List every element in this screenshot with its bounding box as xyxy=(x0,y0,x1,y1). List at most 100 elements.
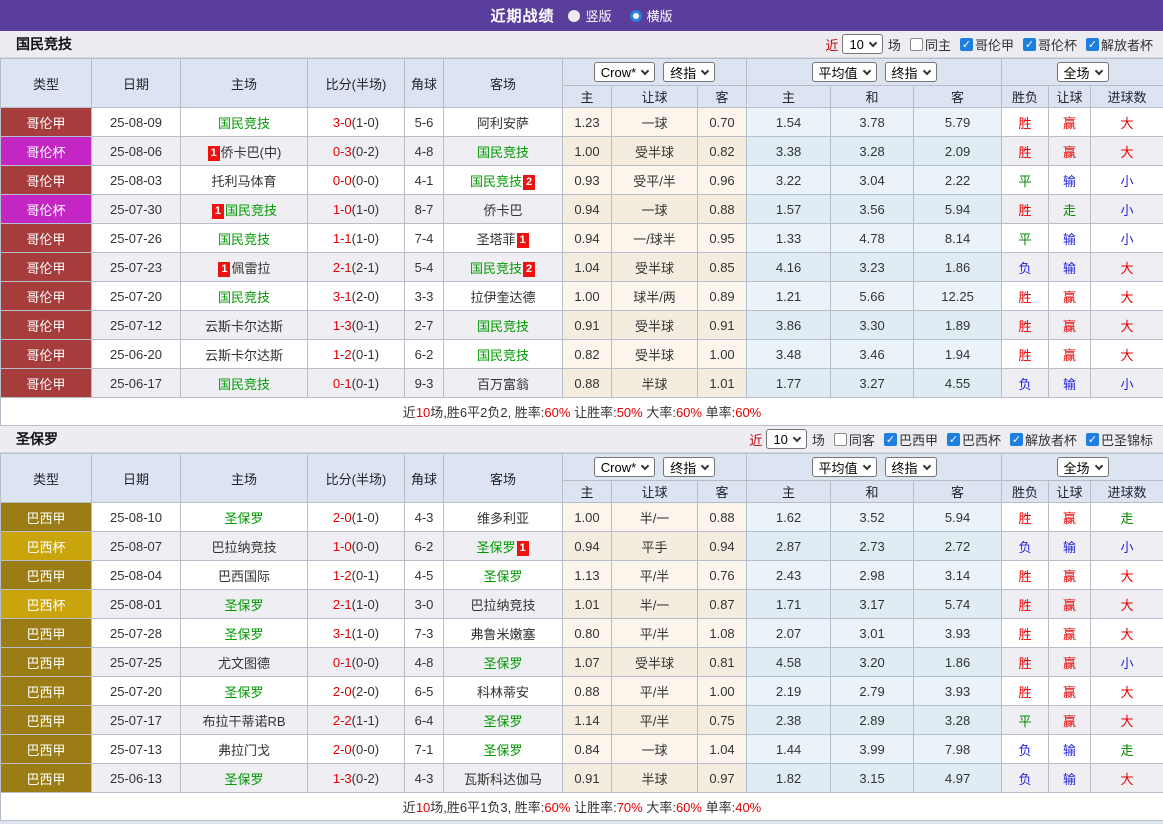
halftime-score: (1-0) xyxy=(352,597,379,612)
halftime-score: (0-0) xyxy=(352,539,379,554)
avg-odds-cell: 1.86 xyxy=(914,648,1002,677)
date-cell: 25-06-20 xyxy=(92,340,181,369)
crow-odds-cell: 半球 xyxy=(612,764,698,793)
column-header: 日期 xyxy=(92,454,181,503)
chevron-down-icon xyxy=(869,38,877,46)
winloss-result-cell: 胜 xyxy=(1002,108,1049,137)
away-team-name: 圣保罗 xyxy=(483,656,522,671)
team-name: 圣保罗 xyxy=(16,429,58,449)
league-cell: 哥伦甲 xyxy=(1,224,92,253)
league-checkbox-2[interactable]: ✓ xyxy=(1010,433,1023,446)
radio-horizontal[interactable]: 横版 xyxy=(630,6,673,25)
sub-column-header: 进球数 xyxy=(1091,481,1163,503)
goals-result-cell: 大 xyxy=(1091,282,1163,311)
league-cell: 巴西杯 xyxy=(1,532,92,561)
match-row: 哥伦甲25-06-17国民竞技0-1(0-1)9-3百万富翁0.88半球1.01… xyxy=(1,369,1163,398)
league-cell: 哥伦甲 xyxy=(1,253,92,282)
radio-vertical-dot-icon[interactable] xyxy=(568,10,580,22)
crow-company-select[interactable]: Crow* xyxy=(594,457,655,477)
crow-final-select[interactable]: 终指 xyxy=(663,457,715,477)
crow-company-select[interactable]: Crow* xyxy=(594,62,655,82)
fullmatch-select[interactable]: 全场 xyxy=(1057,62,1109,82)
away-team-cell: 圣保罗 xyxy=(444,561,563,590)
recent-count-select[interactable]: 10 xyxy=(766,429,806,449)
score-cell: 0-1(0-1) xyxy=(308,369,405,398)
handicap-result-cell: 赢 xyxy=(1049,677,1091,706)
same-venue-checkbox[interactable] xyxy=(910,38,923,51)
avg-odds-cell: 3.99 xyxy=(831,735,914,764)
league-checkbox-3[interactable]: ✓ xyxy=(1086,433,1099,446)
handicap-result-cell: 赢 xyxy=(1049,137,1091,166)
avg-odds-cell: 1.33 xyxy=(747,224,831,253)
halftime-score: (1-1) xyxy=(352,713,379,728)
halftime-score: (0-0) xyxy=(352,655,379,670)
avg-company-select[interactable]: 平均值 xyxy=(812,62,877,82)
score-cell: 3-1(2-0) xyxy=(308,282,405,311)
crow-odds-cell: 1.00 xyxy=(563,137,612,166)
corner-cell: 2-7 xyxy=(405,311,444,340)
winloss-result-cell: 负 xyxy=(1002,735,1049,764)
avg-odds-cell: 3.15 xyxy=(831,764,914,793)
avg-odds-cell: 8.14 xyxy=(914,224,1002,253)
score-cell: 1-3(0-1) xyxy=(308,311,405,340)
league-checkbox-2[interactable]: ✓ xyxy=(1086,38,1099,51)
fullmatch-select[interactable]: 全场 xyxy=(1057,457,1109,477)
avg-final-select[interactable]: 终指 xyxy=(885,457,937,477)
avg-odds-cell: 2.38 xyxy=(747,706,831,735)
crow-final-select[interactable]: 终指 xyxy=(663,62,715,82)
date-cell: 25-07-30 xyxy=(92,195,181,224)
radio-horizontal-dot-icon[interactable] xyxy=(630,10,642,22)
avg-odds-cell: 3.14 xyxy=(914,561,1002,590)
avg-final-select[interactable]: 终指 xyxy=(885,62,937,82)
summary-text: 60% xyxy=(735,405,761,420)
crow-odds-cell: 0.94 xyxy=(563,195,612,224)
summary-text: 大率: xyxy=(643,405,676,420)
home-team-cell: 云斯卡尔达斯 xyxy=(181,340,308,369)
match-row: 哥伦甲25-07-231佩雷拉2-1(2-1)5-4国民竞技21.04受半球0.… xyxy=(1,253,1163,282)
chevron-down-icon xyxy=(641,461,649,469)
avg-odds-cell: 3.38 xyxy=(747,137,831,166)
crow-odds-cell: 平/半 xyxy=(612,706,698,735)
home-team-name: 佩雷拉 xyxy=(231,261,270,276)
league-cell: 巴西甲 xyxy=(1,503,92,532)
league-checkbox-0[interactable]: ✓ xyxy=(960,38,973,51)
winloss-result-cell: 负 xyxy=(1002,253,1049,282)
radio-vertical[interactable]: 竖版 xyxy=(568,6,611,25)
column-header: 客场 xyxy=(444,59,563,108)
away-team-name: 圣保罗 xyxy=(483,714,522,729)
sub-column-header: 让球 xyxy=(612,481,698,503)
corner-cell: 7-4 xyxy=(405,224,444,253)
recent-count-select[interactable]: 10 xyxy=(842,34,882,54)
handicap-result-cell: 赢 xyxy=(1049,590,1091,619)
halftime-score: (0-1) xyxy=(352,376,379,391)
home-team-cell: 圣保罗 xyxy=(181,677,308,706)
corner-cell: 4-3 xyxy=(405,764,444,793)
avg-odds-cell: 5.74 xyxy=(914,590,1002,619)
league-checkbox-0[interactable]: ✓ xyxy=(884,433,897,446)
handicap-result-cell: 输 xyxy=(1049,369,1091,398)
match-row: 巴西杯25-08-07巴拉纳竞技1-0(0-0)6-2圣保罗10.94平手0.9… xyxy=(1,532,1163,561)
crow-odds-cell: 半/一 xyxy=(612,590,698,619)
avg-final-select-value: 终指 xyxy=(892,63,918,82)
summary-text: 让胜率: xyxy=(570,405,616,420)
league-checkbox-1[interactable]: ✓ xyxy=(947,433,960,446)
crow-odds-cell: 0.89 xyxy=(698,282,747,311)
avg-odds-cell: 3.23 xyxy=(831,253,914,282)
league-checkbox-1[interactable]: ✓ xyxy=(1023,38,1036,51)
league-cell: 哥伦甲 xyxy=(1,166,92,195)
same-venue-checkbox[interactable] xyxy=(834,433,847,446)
date-cell: 25-08-01 xyxy=(92,590,181,619)
summary-text: 10 xyxy=(416,405,430,420)
goals-result-cell: 小 xyxy=(1091,224,1163,253)
halftime-score: (0-1) xyxy=(352,347,379,362)
avg-company-select[interactable]: 平均值 xyxy=(812,457,877,477)
league-cell: 巴西甲 xyxy=(1,648,92,677)
crow-select-wrap: Crow* 终指 xyxy=(563,62,746,82)
date-cell: 25-06-17 xyxy=(92,369,181,398)
halftime-score: (1-0) xyxy=(352,510,379,525)
fulltime-score: 2-2 xyxy=(333,713,352,728)
halftime-score: (2-0) xyxy=(352,684,379,699)
corner-cell: 4-3 xyxy=(405,503,444,532)
league-checkbox-label-2: 解放者杯 xyxy=(1101,35,1153,54)
header-top-row: 类型日期主场比分(半场)角球客场Crow*终指平均值终指全场 xyxy=(1,59,1163,86)
